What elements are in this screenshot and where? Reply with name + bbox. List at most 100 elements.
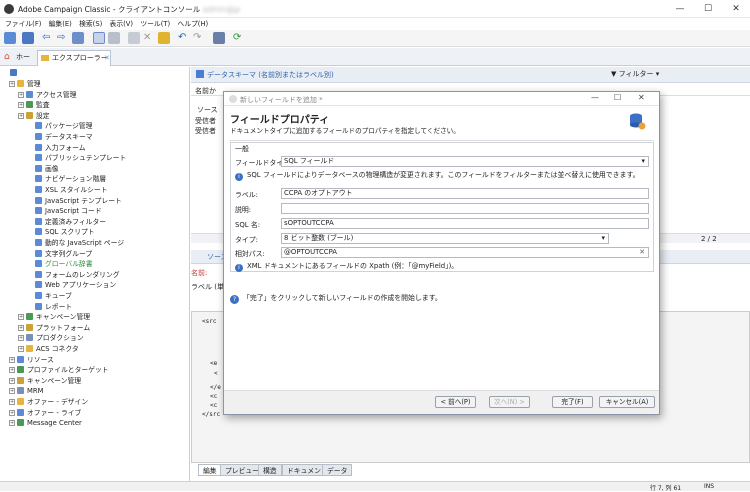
tree-node[interactable]: フォームのレンダリング [35, 270, 120, 281]
tree-node-label: フォームのレンダリング [45, 270, 120, 279]
clear-icon[interactable]: ✕ [639, 248, 645, 257]
tab-data[interactable]: データ [322, 464, 353, 476]
tab-structure[interactable]: 構造 [258, 464, 282, 476]
back-button[interactable]: < 前へ(P) [435, 396, 476, 408]
tree-node[interactable]: XSL スタイルシート [35, 185, 108, 196]
expand-toggle[interactable]: + [9, 388, 15, 395]
type-select[interactable]: 8 ビット整数 (ブール) ▾ [281, 233, 609, 244]
code-line: </src [202, 411, 221, 418]
expand-toggle[interactable]: + [18, 324, 24, 331]
forward-icon[interactable]: ⇨ [57, 32, 69, 44]
tree-node[interactable]: Web アプリケーション [35, 280, 116, 291]
tree-node[interactable]: 定義済みフィルター [35, 217, 106, 228]
tree-node[interactable]: JavaScript コード [35, 206, 102, 217]
label-field[interactable]: CCPA のオプトアウト [281, 188, 649, 199]
filter-button[interactable]: ▼ フィルター ▾ [611, 69, 659, 79]
tree-node-label: XSL スタイルシート [45, 186, 108, 194]
menu-edit[interactable]: 編集(E) [49, 18, 72, 30]
expand-toggle[interactable]: + [18, 314, 24, 321]
field-type-select[interactable]: SQL フィールド ▾ [281, 156, 649, 167]
close-button[interactable]: ✕ [722, 0, 750, 18]
copy-icon[interactable] [128, 32, 140, 44]
maximize-button[interactable]: ☐ [694, 0, 722, 18]
tab-edit[interactable]: 編集 [198, 464, 222, 476]
xpath-field[interactable]: @OPTOUTCCPA ✕ [281, 247, 649, 258]
folder-icon [26, 101, 33, 109]
tree-node[interactable]: ナビゲーション階層 [35, 174, 106, 185]
close-tab-icon[interactable]: ✕ [104, 51, 110, 66]
next-button[interactable]: 次へ(N) > [489, 396, 530, 408]
tree-node[interactable]: アクセス管理 [26, 90, 76, 101]
explorer-toggle-icon[interactable] [22, 32, 34, 44]
tree-node[interactable]: MRM [17, 386, 43, 397]
tree-node[interactable]: オファー - デザイン [17, 397, 88, 408]
tree-node[interactable]: 管理 [17, 79, 41, 90]
expand-toggle[interactable]: + [18, 91, 24, 98]
delete-icon[interactable]: ✕ [143, 32, 155, 44]
dialog-maximize-button[interactable]: ☐ [614, 93, 621, 102]
tree-node[interactable]: 設定 [26, 111, 50, 122]
print-icon[interactable] [213, 32, 225, 44]
folder-icon[interactable] [108, 32, 120, 44]
tree-node[interactable]: ACS コネクタ [26, 344, 79, 355]
expand-toggle[interactable]: + [9, 367, 15, 374]
refresh-icon[interactable]: ⟳ [233, 32, 245, 44]
tree-node[interactable]: キューブ [35, 291, 72, 302]
expand-toggle[interactable]: + [9, 377, 15, 384]
menu-tools[interactable]: ツール(T) [140, 18, 170, 30]
tree-node[interactable]: パッケージ管理 [35, 121, 92, 132]
minimize-button[interactable]: — [666, 0, 694, 18]
tree-node[interactable]: SQL スクリプト [35, 227, 95, 238]
undo-icon[interactable]: ↶ [178, 32, 190, 44]
tree-node[interactable]: 監査 [26, 100, 50, 111]
tree-node[interactable]: プロファイルとターゲット [17, 365, 109, 376]
menu-view[interactable]: 表示(V) [110, 18, 134, 30]
status-bar: 行 7, 列 61 INS [0, 481, 750, 492]
tree-node[interactable]: リソース [17, 355, 54, 366]
tree-node[interactable]: グローバル辞書 [35, 259, 93, 270]
tree-node[interactable]: レポート [35, 302, 72, 313]
finish-button[interactable]: 完了(F) [552, 396, 593, 408]
tab-home[interactable]: ⌂ ホーム [2, 50, 36, 76]
expand-toggle[interactable]: + [9, 356, 15, 363]
expand-toggle[interactable]: + [18, 346, 24, 352]
tree-node[interactable]: Message Center [17, 418, 82, 429]
tree-node[interactable]: 入力フォーム [35, 143, 86, 154]
redo-icon[interactable]: ↷ [193, 32, 205, 44]
expand-toggle[interactable]: + [18, 112, 24, 119]
select-icon[interactable] [93, 32, 105, 44]
expand-toggle[interactable]: + [9, 399, 15, 405]
tree-node[interactable]: プラットフォーム [26, 323, 90, 334]
description-field[interactable] [281, 203, 649, 214]
tree-node[interactable]: 画像 [35, 164, 59, 175]
list-item[interactable]: 受信者 [195, 116, 216, 126]
tree-node[interactable]: オファー - ライブ [17, 408, 81, 419]
menu-help[interactable]: ヘルプ(H) [177, 18, 208, 30]
tree-node[interactable]: 文字列グループ [35, 249, 92, 260]
list-item[interactable]: 受信者 [195, 126, 216, 136]
folder-nav-icon[interactable] [72, 32, 84, 44]
menu-search[interactable]: 検索(S) [79, 18, 102, 30]
tree-node[interactable]: キャンペーン管理 [17, 376, 81, 387]
tree-node[interactable]: パブリッシュテンプレート [35, 153, 126, 164]
back-icon[interactable]: ⇦ [42, 32, 54, 44]
dialog-close-button[interactable]: ✕ [638, 93, 645, 102]
dialog-minimize-button[interactable]: — [591, 93, 599, 102]
expand-toggle[interactable]: + [9, 420, 15, 427]
tree-root-icon[interactable] [10, 68, 20, 79]
tree-node[interactable]: 動的な JavaScript ページ [35, 238, 124, 249]
expand-toggle[interactable]: + [9, 409, 15, 416]
cancel-button[interactable]: キャンセル(A) [599, 396, 655, 408]
expand-toggle[interactable]: + [9, 81, 15, 87]
expand-toggle[interactable]: + [18, 102, 24, 109]
sql-name-field[interactable]: sOPTOUTCCPA [281, 218, 649, 229]
tree-node[interactable]: プロダクション [26, 333, 84, 344]
expand-toggle[interactable]: + [18, 335, 24, 342]
tree-node[interactable]: データスキーマ [35, 132, 93, 143]
tree-node[interactable]: JavaScript テンプレート [35, 196, 122, 207]
menu-file[interactable]: ファイル(F) [5, 18, 41, 30]
lock-icon[interactable] [158, 32, 170, 44]
tab-explorer[interactable]: エクスプローラー ✕ [37, 50, 111, 66]
tree-node[interactable]: キャンペーン管理 [26, 312, 90, 323]
connect-icon[interactable] [4, 32, 16, 44]
